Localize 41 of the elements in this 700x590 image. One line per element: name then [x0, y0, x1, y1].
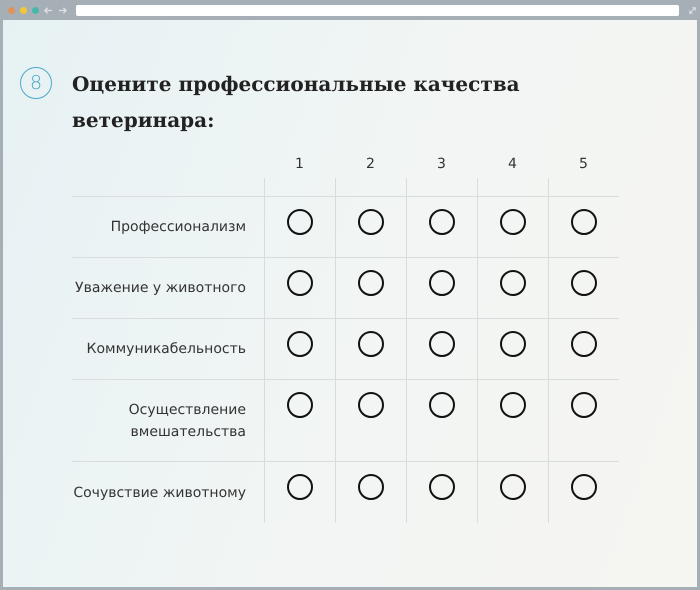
scale-label: 5	[579, 156, 588, 172]
radio-button[interactable]	[429, 209, 455, 235]
radio-button[interactable]	[287, 270, 313, 296]
radio-button[interactable]	[287, 331, 313, 357]
scale-label: 2	[366, 156, 375, 172]
minimize-dot-icon[interactable]	[20, 6, 27, 14]
radio-button[interactable]	[571, 331, 597, 357]
radio-button[interactable]	[571, 270, 597, 296]
scale-label: 1	[295, 156, 304, 172]
criterion-label: Осуществление вмешательства	[128, 400, 246, 442]
radio-button[interactable]	[429, 392, 455, 418]
radio-button[interactable]	[500, 270, 526, 296]
criterion-label: Уважение у животного	[75, 279, 246, 298]
radio-button[interactable]	[358, 270, 384, 296]
radio-button[interactable]	[429, 270, 455, 296]
question-number: 8	[20, 67, 52, 99]
radio-button[interactable]	[571, 392, 597, 418]
radio-button[interactable]	[358, 474, 384, 500]
radio-button[interactable]	[287, 392, 313, 418]
radio-button[interactable]	[500, 474, 526, 500]
radio-button[interactable]	[358, 331, 384, 357]
criterion-label: Сочувствие животному	[73, 484, 246, 502]
question-title: Оцените профессиональные качества ветеринара:	[72, 71, 521, 134]
scale-label: 4	[508, 156, 517, 172]
criterion-label: Коммуникабельность	[86, 340, 246, 359]
criterion-label: Профессионализм	[110, 218, 246, 237]
radio-button[interactable]	[358, 209, 384, 235]
radio-button[interactable]	[500, 392, 526, 418]
radio-button[interactable]	[571, 209, 597, 235]
radio-button[interactable]	[571, 474, 597, 500]
scale-label: 3	[437, 156, 446, 172]
radio-button[interactable]	[287, 474, 313, 500]
radio-button[interactable]	[429, 331, 455, 357]
radio-button[interactable]	[287, 209, 313, 235]
address-field[interactable]	[76, 4, 679, 16]
radio-button[interactable]	[429, 474, 455, 500]
radio-button[interactable]	[500, 331, 526, 357]
zoom-dot-icon[interactable]	[32, 6, 39, 14]
radio-button[interactable]	[358, 392, 384, 418]
radio-button[interactable]	[500, 209, 526, 235]
close-dot-icon[interactable]	[8, 6, 15, 14]
